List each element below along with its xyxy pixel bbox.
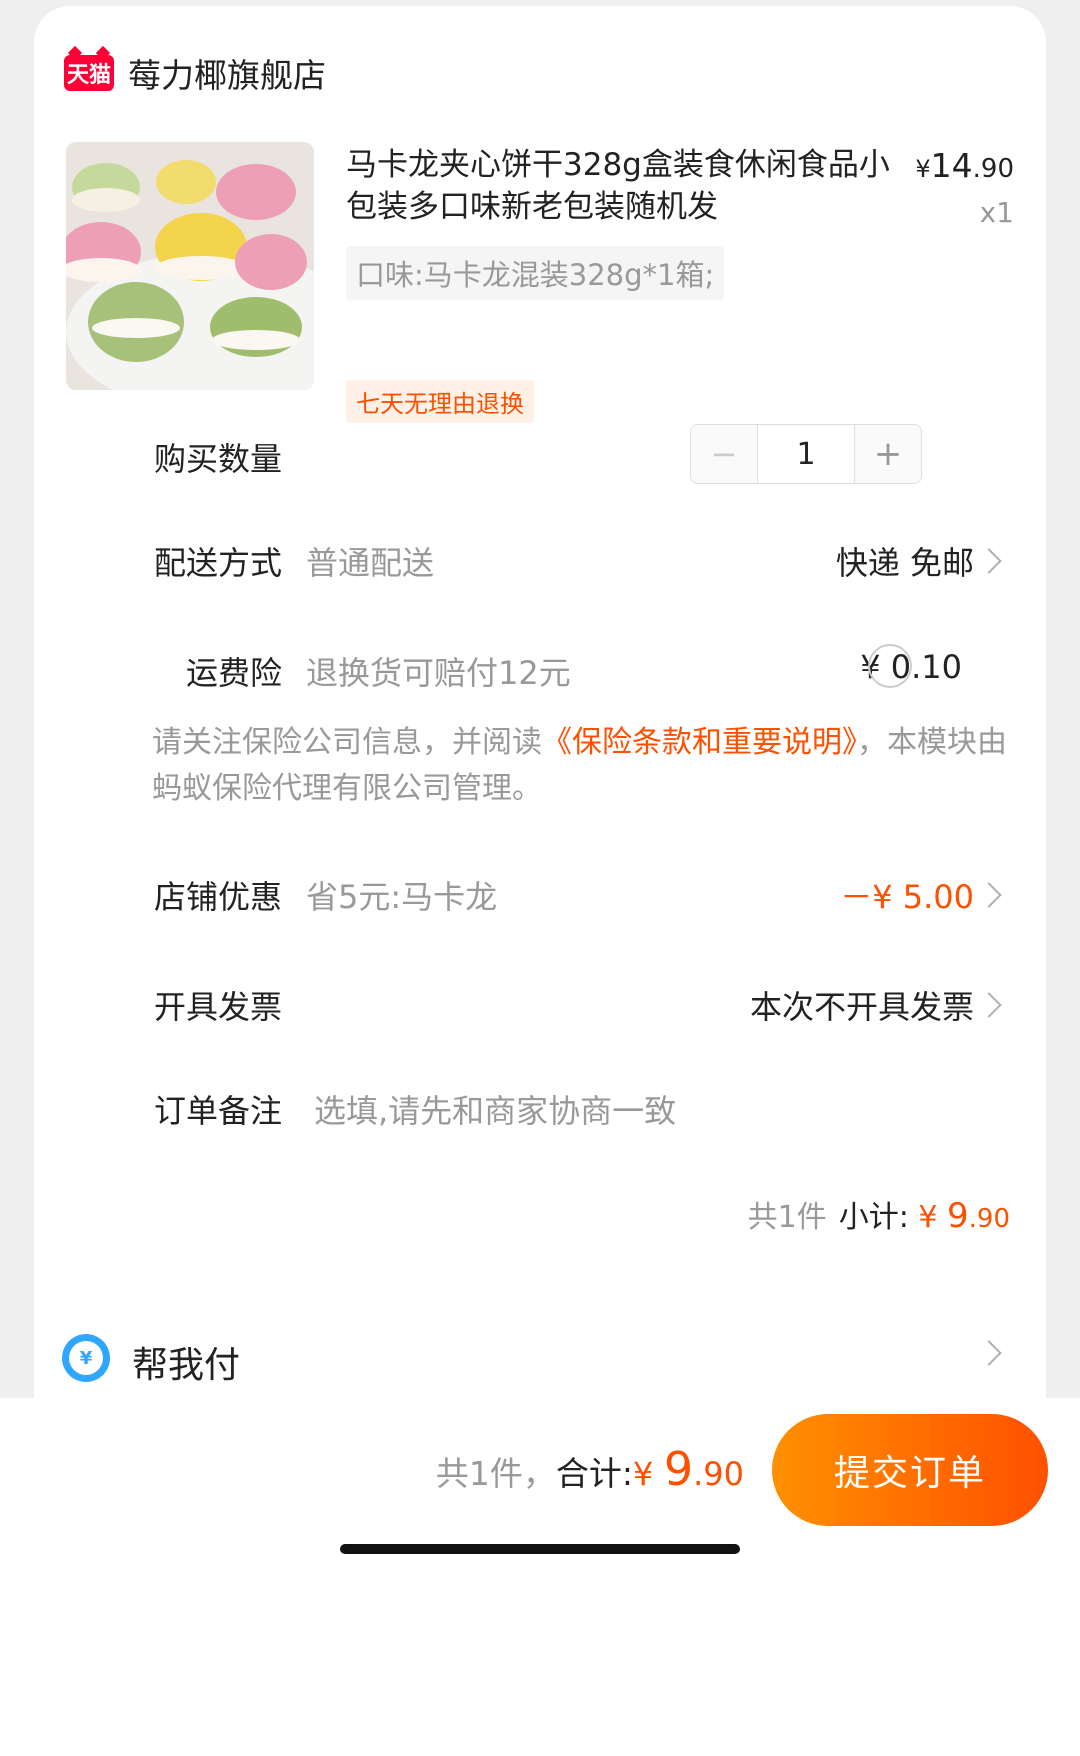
discount-description: 省5元:马卡龙 (306, 878, 498, 916)
total-currency: ¥ (632, 1455, 654, 1493)
product-image[interactable] (66, 142, 314, 390)
discount-label: 店铺优惠 (154, 878, 283, 916)
delivery-method: 普通配送 (306, 544, 435, 582)
yuan-coin-icon: ¥ (62, 1334, 110, 1382)
subtotal-count: 共1件 (747, 1200, 827, 1235)
order-total: 共1件，合计:¥ 9.90 (436, 1442, 744, 1496)
remark-label: 订单备注 (154, 1092, 283, 1130)
order-card: 天猫 莓力椰旗舰店 马卡龙夹心饼干328g盒装食休闲食品小包装多口味新老包装随机… (34, 6, 1046, 1420)
insurance-radio[interactable] (868, 644, 912, 688)
total-integer: 9 (663, 1442, 694, 1496)
quantity-label: 购买数量 (154, 440, 283, 478)
yuan-symbol: ¥ (69, 1341, 103, 1375)
delivery-label: 配送方式 (154, 544, 283, 582)
total-count: 共1件， (435, 1454, 556, 1493)
invoice-label: 开具发票 (154, 988, 283, 1026)
chevron-right-icon (976, 882, 1002, 908)
submit-order-button[interactable]: 提交订单 (772, 1414, 1048, 1526)
total-amount: ¥ 9.90 (632, 1442, 744, 1496)
decrease-button[interactable]: − (691, 425, 758, 483)
notice-text: 请关注保险公司信息，并阅读 (152, 725, 542, 760)
chevron-right-icon (976, 992, 1002, 1018)
total-label: 合计: (555, 1454, 633, 1493)
return-policy-badge: 七天无理由退换 (346, 380, 534, 423)
subtotal: 共1件 小计: ¥ 9.90 (748, 1192, 1010, 1236)
insurance-notice: 请关注保险公司信息，并阅读《保险条款和重要说明》，本模块由蚂蚁保险代理有限公司管… (152, 720, 1032, 812)
invoice-value: 本次不开具发票 (749, 988, 974, 1026)
subtotal-amount: ¥ 9.90 (918, 1196, 1010, 1236)
product-quantity: x1 (979, 196, 1014, 229)
quantity-input[interactable]: 1 (758, 425, 854, 483)
subtotal-currency: ¥ (918, 1200, 938, 1235)
insurance-terms-link[interactable]: 《保险条款和重要说明》 (542, 725, 857, 760)
delivery-value: 快递 免邮 (835, 544, 974, 582)
product-title[interactable]: 马卡龙夹心饼干328g盒装食休闲食品小包装多口味新老包装随机发 (346, 144, 906, 228)
increase-button[interactable]: + (854, 425, 921, 483)
product-price: ¥14.90 (915, 146, 1014, 185)
sku-tag: 口味:马卡龙混装328g*1箱; (346, 246, 725, 300)
subtotal-decimal: .90 (968, 1204, 1010, 1234)
insurance-description: 退换货可赔付12元 (306, 654, 571, 692)
tmall-logo-text: 天猫 (66, 63, 111, 88)
macaron-product-photo-icon (66, 142, 314, 390)
subtotal-label: 小计: (838, 1200, 909, 1235)
remark-input[interactable]: 选填,请先和商家协商一致 (314, 1086, 676, 1132)
chevron-right-icon (976, 548, 1002, 574)
price-decimal: .90 (972, 154, 1014, 184)
bottom-bar: 共1件，合计:¥ 9.90 提交订单 (0, 1398, 1080, 1756)
shop-name[interactable]: 莓力椰旗舰店 (128, 49, 326, 97)
discount-value: －¥ 5.00 (840, 878, 974, 916)
tmall-logo-icon: 天猫 (64, 55, 114, 91)
total-decimal: .90 (693, 1455, 744, 1493)
home-indicator[interactable] (340, 1544, 740, 1554)
subtotal-integer: 9 (947, 1196, 969, 1236)
price-integer: 14 (930, 146, 973, 185)
insurance-label: 运费险 (186, 654, 283, 692)
quantity-stepper: − 1 + (690, 424, 922, 484)
chevron-right-icon (976, 1340, 1002, 1366)
help-pay-label: 帮我付 (132, 1345, 241, 1386)
shop-header[interactable]: 天猫 莓力椰旗舰店 (64, 48, 326, 98)
price-currency: ¥ (915, 155, 931, 183)
